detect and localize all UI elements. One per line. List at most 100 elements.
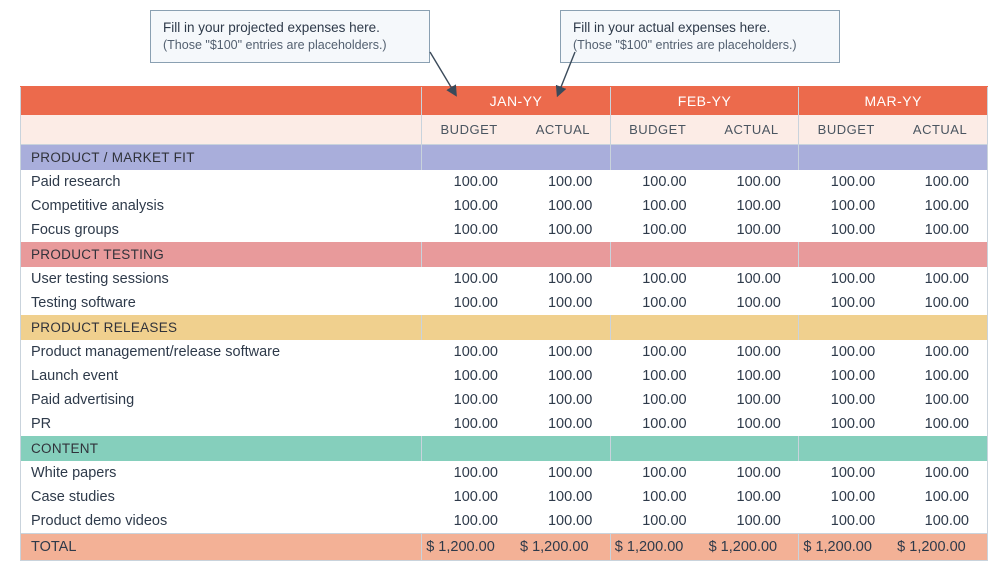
section-header-pad [516,145,610,171]
row-label: Competitive analysis [21,194,422,218]
row-value[interactable]: 100.00 [705,218,799,242]
section-header-pad [799,315,893,340]
section-header: CONTENT [21,436,988,461]
row-value[interactable]: 100.00 [516,388,610,412]
row-value[interactable]: 100.00 [799,388,893,412]
row-value[interactable]: 100.00 [799,461,893,485]
row-value[interactable]: 100.00 [516,340,610,364]
row-value[interactable]: 100.00 [422,194,516,218]
row-value[interactable]: 100.00 [516,194,610,218]
row-value[interactable]: 100.00 [516,364,610,388]
row-value[interactable]: 100.00 [893,340,987,364]
row-value[interactable]: 100.00 [705,412,799,436]
row-value[interactable]: 100.00 [610,388,704,412]
callout-projected-line1: Fill in your projected expenses here. [163,19,417,37]
row-value[interactable]: 100.00 [799,485,893,509]
row-value[interactable]: 100.00 [422,340,516,364]
row-value[interactable]: 100.00 [610,218,704,242]
row-value[interactable]: 100.00 [893,194,987,218]
row-value[interactable]: 100.00 [516,461,610,485]
row-label: Launch event [21,364,422,388]
row-value[interactable]: 100.00 [516,412,610,436]
row-value[interactable]: 100.00 [610,170,704,194]
row-value[interactable]: 100.00 [422,509,516,534]
row-value[interactable]: 100.00 [610,509,704,534]
row-label: Product management/release software [21,340,422,364]
section-header-pad [705,436,799,461]
row-value[interactable]: 100.00 [705,267,799,291]
row-value[interactable]: 100.00 [422,291,516,315]
row-value[interactable]: 100.00 [516,485,610,509]
section-header-label: PRODUCT TESTING [21,242,422,267]
section-header-pad [893,315,987,340]
row-value[interactable]: 100.00 [422,218,516,242]
row-value[interactable]: 100.00 [799,194,893,218]
row-value[interactable]: 100.00 [893,509,987,534]
sub-header: ACTUAL [516,115,610,145]
row-value[interactable]: 100.00 [705,194,799,218]
callout-row: Fill in your projected expenses here. (T… [20,10,988,80]
row-value[interactable]: 100.00 [799,509,893,534]
row-value[interactable]: 100.00 [799,218,893,242]
section-header-pad [516,242,610,267]
row-value[interactable]: 100.00 [893,218,987,242]
row-value[interactable]: 100.00 [516,509,610,534]
row-value[interactable]: 100.00 [799,364,893,388]
row-value[interactable]: 100.00 [705,485,799,509]
row-value[interactable]: 100.00 [422,170,516,194]
row-value[interactable]: 100.00 [799,170,893,194]
sub-header: BUDGET [799,115,893,145]
sub-header-blank [21,115,422,145]
table-row: User testing sessions100.00100.00100.001… [21,267,988,291]
row-value[interactable]: 100.00 [422,388,516,412]
row-value[interactable]: 100.00 [893,388,987,412]
row-label: Paid research [21,170,422,194]
row-value[interactable]: 100.00 [893,267,987,291]
row-value[interactable]: 100.00 [610,291,704,315]
month-header-row: JAN-YYFEB-YYMAR-YY [21,87,988,116]
callout-projected: Fill in your projected expenses here. (T… [150,10,430,63]
row-value[interactable]: 100.00 [610,340,704,364]
section-header: PRODUCT / MARKET FIT [21,145,988,171]
row-value[interactable]: 100.00 [705,509,799,534]
row-value[interactable]: 100.00 [893,364,987,388]
row-value[interactable]: 100.00 [610,267,704,291]
row-value[interactable]: 100.00 [516,291,610,315]
row-value[interactable]: 100.00 [893,291,987,315]
row-value[interactable]: 100.00 [516,267,610,291]
row-value[interactable]: 100.00 [610,364,704,388]
row-value[interactable]: 100.00 [799,291,893,315]
row-value[interactable]: 100.00 [422,461,516,485]
row-value[interactable]: 100.00 [799,267,893,291]
row-label: Testing software [21,291,422,315]
row-value[interactable]: 100.00 [705,364,799,388]
section-header-pad [893,436,987,461]
row-value[interactable]: 100.00 [893,170,987,194]
row-value[interactable]: 100.00 [705,388,799,412]
row-value[interactable]: 100.00 [610,412,704,436]
row-value[interactable]: 100.00 [799,412,893,436]
section-header-label: PRODUCT RELEASES [21,315,422,340]
row-value[interactable]: 100.00 [516,170,610,194]
row-value[interactable]: 100.00 [893,461,987,485]
section-header-pad [516,315,610,340]
row-value[interactable]: 100.00 [893,485,987,509]
row-value[interactable]: 100.00 [705,461,799,485]
row-value[interactable]: 100.00 [610,194,704,218]
row-value[interactable]: 100.00 [422,485,516,509]
row-value[interactable]: 100.00 [705,291,799,315]
row-value[interactable]: 100.00 [422,267,516,291]
row-value[interactable]: 100.00 [799,340,893,364]
table-row: Competitive analysis100.00100.00100.0010… [21,194,988,218]
sub-header: BUDGET [610,115,704,145]
row-value[interactable]: 100.00 [893,412,987,436]
section-header-label: PRODUCT / MARKET FIT [21,145,422,171]
row-value[interactable]: 100.00 [705,170,799,194]
row-value[interactable]: 100.00 [610,485,704,509]
row-value[interactable]: 100.00 [422,364,516,388]
row-value[interactable]: 100.00 [422,412,516,436]
row-value[interactable]: 100.00 [610,461,704,485]
row-value[interactable]: 100.00 [705,340,799,364]
row-value[interactable]: 100.00 [516,218,610,242]
total-value: $ 1,200.00 [422,534,516,561]
